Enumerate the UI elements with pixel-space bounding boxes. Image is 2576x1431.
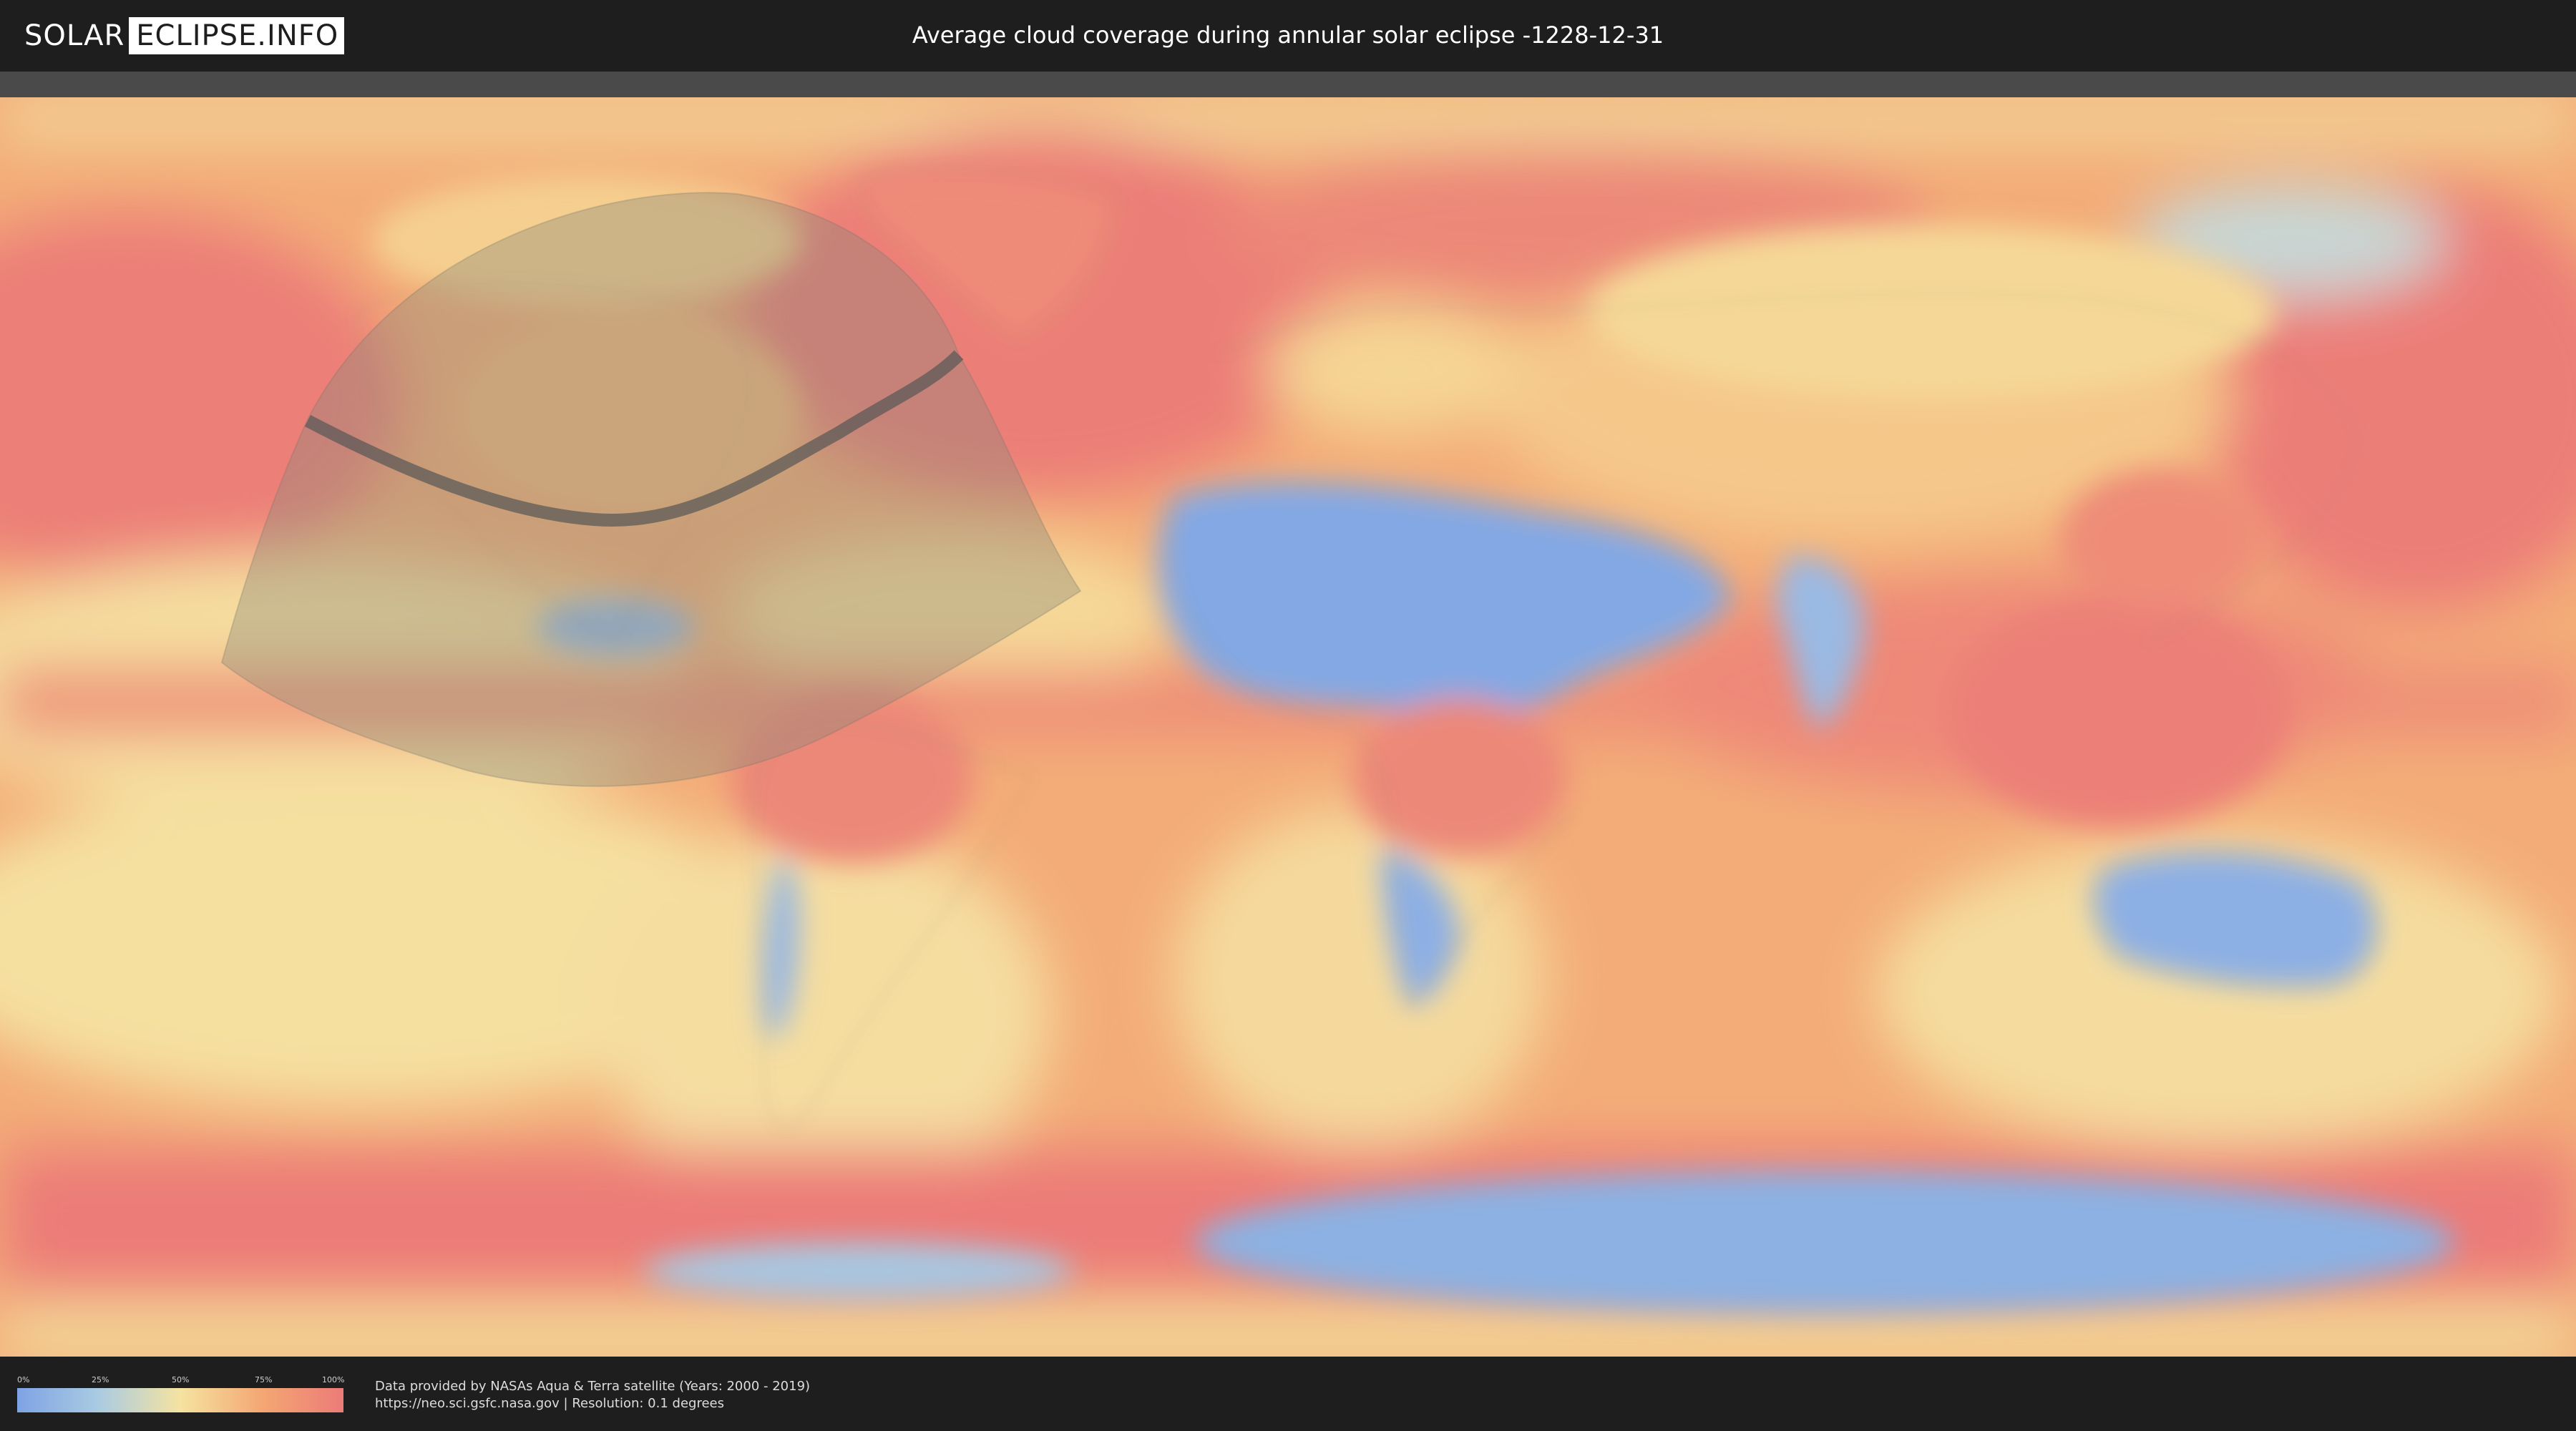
cloud-coverage-map[interactable] [0,97,2576,1357]
legend-ticks: 0% 25% 50% 75% 100% [17,1375,345,1387]
credits-line-1: Data provided by NASAs Aqua & Terra sate… [375,1379,811,1394]
page-title: Average cloud coverage during annular so… [912,21,1664,49]
legend-tick-25: 25% [92,1375,109,1384]
header-divider [0,72,2576,97]
legend-color-bar [17,1388,343,1412]
legend-tick-100: 100% [322,1375,345,1384]
header: SOLAR ECLIPSE.INFO Average cloud coverag… [0,0,2576,72]
legend-tick-0: 0% [17,1375,30,1384]
data-credits: Data provided by NASAs Aqua & Terra sate… [375,1378,810,1412]
legend-tick-75: 75% [255,1375,273,1384]
legend-tick-50: 50% [172,1375,190,1384]
cloud-coverage-legend: 0% 25% 50% 75% 100% [17,1375,345,1415]
credits-line-2: https://neo.sci.gsfc.nasa.gov | Resoluti… [375,1396,724,1411]
map-canvas [0,97,2576,1357]
page: SOLAR ECLIPSE.INFO Average cloud coverag… [0,0,2576,1431]
